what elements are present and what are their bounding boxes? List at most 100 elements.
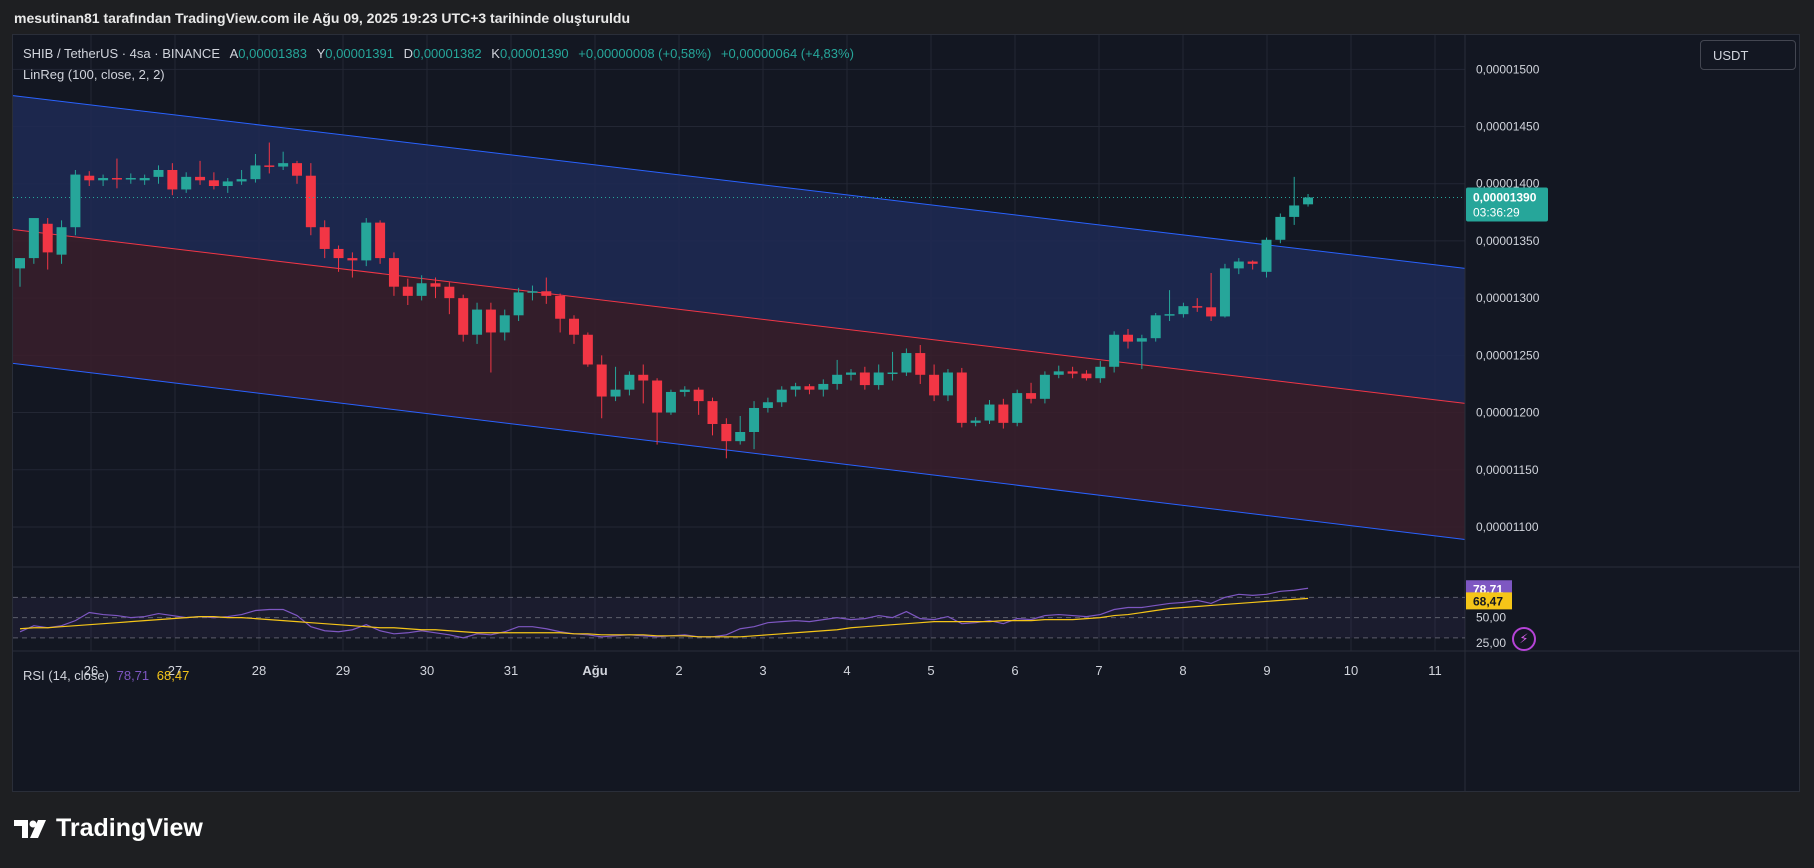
candle-body[interactable] [998,404,1009,423]
candle-body[interactable] [1095,366,1106,379]
candle-body[interactable] [458,298,469,335]
candle-body[interactable] [472,309,483,335]
candle-body[interactable] [1275,216,1286,240]
candle-body[interactable] [84,175,95,181]
candle-body[interactable] [153,170,164,177]
candle-body[interactable] [652,380,663,413]
candle-body[interactable] [1109,334,1120,367]
chart-svg[interactable]: 0,000015000,000014500,000014000,00001350… [13,35,1800,792]
candle-body[interactable] [236,179,247,182]
candle-body[interactable] [1012,393,1023,423]
chart-frame[interactable]: 0,00001500 0,00001450 0,00001400 0,00001350… [12,34,1800,792]
candle-body[interactable] [1206,307,1217,317]
candle-body[interactable] [1136,338,1147,342]
candle-body[interactable] [749,407,760,432]
candle-body[interactable] [735,431,746,442]
candle-body[interactable] [28,218,39,259]
candle-body[interactable] [956,372,967,423]
candle-body[interactable] [70,174,81,228]
candle-body[interactable] [1261,239,1272,272]
candle-body[interactable] [665,391,676,413]
candle-body[interactable] [859,372,870,386]
candle-body[interactable] [776,389,787,403]
candle-body[interactable] [929,374,940,396]
candle-body[interactable] [375,222,386,259]
candle-body[interactable] [305,175,316,228]
candle-body[interactable] [42,223,53,253]
candle-body[interactable] [915,353,926,375]
candle-body[interactable] [901,353,912,373]
candle-body[interactable] [1192,306,1203,308]
candle-body[interactable] [98,178,109,181]
candle-body[interactable] [1053,371,1064,375]
candle-body[interactable] [1150,315,1161,339]
candle-body[interactable] [832,374,843,384]
candle-body[interactable] [1026,393,1037,399]
candle-body[interactable] [1233,261,1244,269]
candle-body[interactable] [541,291,552,296]
candle-body[interactable] [790,386,801,390]
candle-body[interactable] [679,389,690,392]
candle-body[interactable] [610,389,621,397]
candle-body[interactable] [347,258,358,261]
candle-body[interactable] [388,258,399,287]
candle-body[interactable] [1289,205,1300,217]
candle-body[interactable] [721,423,732,442]
candle-body[interactable] [707,401,718,424]
candle-body[interactable] [278,163,289,167]
candle-body[interactable] [1081,373,1092,379]
candle-body[interactable] [56,227,67,255]
rsi-legend[interactable]: RSI (14, close) 78,71 68,47 [23,668,189,683]
candle-body[interactable] [873,372,884,386]
candle-body[interactable] [569,318,579,335]
candle-body[interactable] [1039,374,1050,399]
candle-body[interactable] [1123,334,1133,342]
candle-body[interactable] [804,386,815,390]
candle-body[interactable] [1247,261,1258,264]
candle-body[interactable] [485,309,496,333]
candle-body[interactable] [582,334,593,365]
candle-body[interactable] [970,420,981,423]
candle-body[interactable] [444,286,455,299]
candle-body[interactable] [818,383,829,390]
lightning-icon[interactable]: ⚡ [1512,627,1536,651]
candle-body[interactable] [1219,268,1230,317]
candle-body[interactable] [887,372,898,375]
candle-body[interactable] [167,170,178,190]
candle-body[interactable] [402,286,413,296]
candle-body[interactable] [499,315,510,333]
candle-body[interactable] [125,178,136,180]
candle-body[interactable] [319,227,330,249]
candle-body[interactable] [264,165,275,167]
candle-body[interactable] [361,222,372,261]
candle-body[interactable] [596,364,607,397]
candle-body[interactable] [638,374,649,381]
currency-button[interactable]: USDT [1700,40,1796,70]
candle-body[interactable] [430,283,441,287]
candle-body[interactable] [527,291,538,293]
candle-body[interactable] [292,163,302,176]
candle-body[interactable] [181,176,192,190]
candle-body[interactable] [1178,306,1189,315]
linreg-legend[interactable]: LinReg (100, close, 2, 2) [23,67,165,82]
candle-body[interactable] [762,402,773,408]
candle-body[interactable] [984,404,995,421]
candle-body[interactable] [1303,197,1314,205]
candle-body[interactable] [250,165,261,180]
candle-body[interactable] [195,176,206,181]
candle-body[interactable] [942,372,953,396]
candle-body[interactable] [111,178,122,180]
candle-body[interactable] [693,389,704,402]
candle-body[interactable] [555,295,566,319]
candle-body[interactable] [15,258,25,269]
candle-body[interactable] [208,180,219,187]
candle-body[interactable] [513,292,524,316]
candle-body[interactable] [416,283,427,296]
symbol-label[interactable]: SHIB / TetherUS · 4sa · BINANCE [23,46,220,61]
candle-body[interactable] [846,372,856,375]
candle-body[interactable] [222,181,233,187]
candle-body[interactable] [1164,314,1175,316]
candle-body[interactable] [1067,371,1078,374]
candle-body[interactable] [624,374,635,390]
candle-body[interactable] [333,248,344,259]
